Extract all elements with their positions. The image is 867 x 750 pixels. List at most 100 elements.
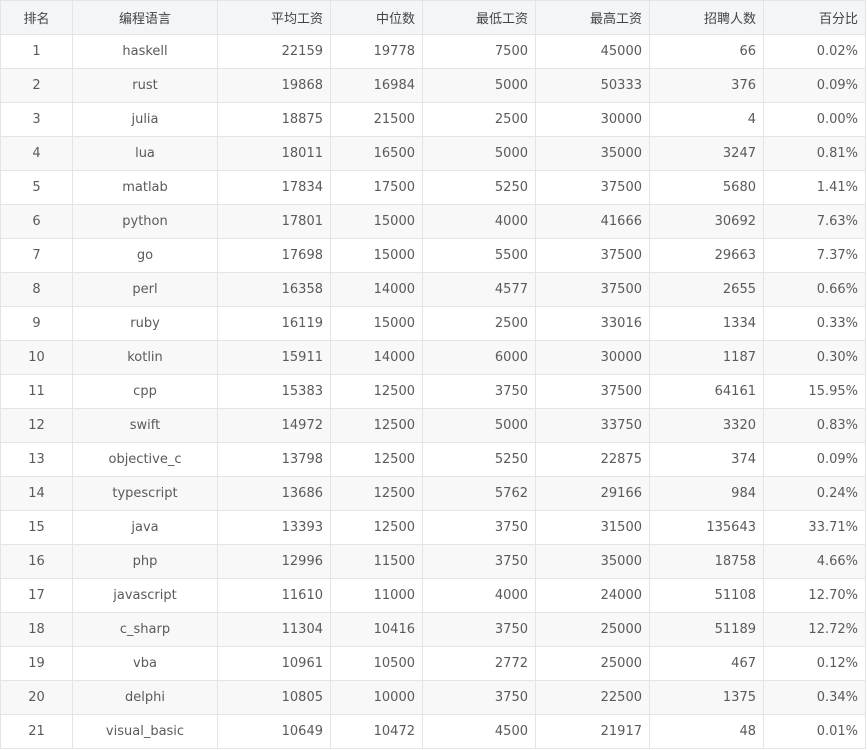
- cell-language: visual_basic: [72, 714, 218, 749]
- cell-language: delphi: [72, 680, 218, 715]
- cell-min-salary: 6000: [422, 340, 536, 375]
- cell-max-salary: 35000: [535, 544, 650, 579]
- cell-job-count: 1334: [649, 306, 764, 341]
- cell-language: objective_c: [72, 442, 218, 477]
- cell-job-count: 51189: [649, 612, 764, 647]
- cell-max-salary: 29166: [535, 476, 650, 511]
- cell-min-salary: 3750: [422, 510, 536, 545]
- cell-rank: 2: [0, 68, 73, 103]
- cell-rank: 10: [0, 340, 73, 375]
- cell-max-salary: 37500: [535, 238, 650, 273]
- header-language[interactable]: 编程语言: [72, 0, 218, 35]
- cell-avg-salary: 15383: [217, 374, 331, 409]
- table-row: 3 julia 18875 21500 2500 30000 4 0.00%: [0, 102, 866, 137]
- cell-rank: 17: [0, 578, 73, 613]
- cell-rank: 1: [0, 34, 73, 69]
- cell-language: julia: [72, 102, 218, 137]
- cell-job-count: 18758: [649, 544, 764, 579]
- cell-min-salary: 5000: [422, 68, 536, 103]
- cell-avg-salary: 13686: [217, 476, 331, 511]
- cell-job-count: 3247: [649, 136, 764, 171]
- cell-min-salary: 3750: [422, 544, 536, 579]
- cell-percentage: 7.63%: [763, 204, 866, 239]
- cell-median: 10000: [330, 680, 423, 715]
- cell-language: swift: [72, 408, 218, 443]
- cell-avg-salary: 10805: [217, 680, 331, 715]
- cell-rank: 18: [0, 612, 73, 647]
- cell-avg-salary: 13798: [217, 442, 331, 477]
- cell-percentage: 0.01%: [763, 714, 866, 749]
- header-job-count[interactable]: 招聘人数: [649, 0, 764, 35]
- header-avg-salary[interactable]: 平均工资: [217, 0, 331, 35]
- cell-avg-salary: 13393: [217, 510, 331, 545]
- cell-avg-salary: 16358: [217, 272, 331, 307]
- table-row: 6 python 17801 15000 4000 41666 30692 7.63%: [0, 204, 866, 239]
- table-row: 4 lua 18011 16500 5000 35000 3247 0.81%: [0, 136, 866, 171]
- header-percentage[interactable]: 百分比: [763, 0, 866, 35]
- cell-max-salary: 41666: [535, 204, 650, 239]
- cell-percentage: 7.37%: [763, 238, 866, 273]
- cell-rank: 3: [0, 102, 73, 137]
- cell-language: matlab: [72, 170, 218, 205]
- cell-min-salary: 7500: [422, 34, 536, 69]
- cell-rank: 6: [0, 204, 73, 239]
- cell-avg-salary: 10649: [217, 714, 331, 749]
- cell-percentage: 0.30%: [763, 340, 866, 375]
- cell-median: 12500: [330, 374, 423, 409]
- header-median[interactable]: 中位数: [330, 0, 423, 35]
- cell-median: 10472: [330, 714, 423, 749]
- cell-max-salary: 24000: [535, 578, 650, 613]
- cell-job-count: 3320: [649, 408, 764, 443]
- table-row: 16 php 12996 11500 3750 35000 18758 4.66%: [0, 544, 866, 579]
- cell-job-count: 30692: [649, 204, 764, 239]
- cell-max-salary: 22875: [535, 442, 650, 477]
- cell-job-count: 135643: [649, 510, 764, 545]
- header-rank[interactable]: 排名: [0, 0, 73, 35]
- cell-job-count: 29663: [649, 238, 764, 273]
- cell-rank: 19: [0, 646, 73, 681]
- table-header: 排名 编程语言 平均工资 中位数 最低工资 最高工资 招聘人数 百分比: [0, 0, 866, 35]
- cell-rank: 21: [0, 714, 73, 749]
- cell-max-salary: 25000: [535, 646, 650, 681]
- table-row: 1 haskell 22159 19778 7500 45000 66 0.02%: [0, 34, 866, 69]
- table-row: 13 objective_c 13798 12500 5250 22875 374 0.09%: [0, 442, 866, 477]
- cell-median: 14000: [330, 272, 423, 307]
- cell-min-salary: 4577: [422, 272, 536, 307]
- cell-job-count: 984: [649, 476, 764, 511]
- cell-min-salary: 5250: [422, 170, 536, 205]
- table-row: 8 perl 16358 14000 4577 37500 2655 0.66%: [0, 272, 866, 307]
- cell-min-salary: 5000: [422, 408, 536, 443]
- table-row: 18 c_sharp 11304 10416 3750 25000 51189 12.72%: [0, 612, 866, 647]
- cell-job-count: 467: [649, 646, 764, 681]
- header-max-salary[interactable]: 最高工资: [535, 0, 650, 35]
- header-min-salary[interactable]: 最低工资: [422, 0, 536, 35]
- cell-language: javascript: [72, 578, 218, 613]
- table-row: 21 visual_basic 10649 10472 4500 21917 48 0.01%: [0, 714, 866, 749]
- table-row: 7 go 17698 15000 5500 37500 29663 7.37%: [0, 238, 866, 273]
- cell-median: 10500: [330, 646, 423, 681]
- cell-job-count: 64161: [649, 374, 764, 409]
- cell-avg-salary: 18011: [217, 136, 331, 171]
- cell-median: 15000: [330, 204, 423, 239]
- cell-avg-salary: 11610: [217, 578, 331, 613]
- cell-min-salary: 4500: [422, 714, 536, 749]
- cell-rank: 16: [0, 544, 73, 579]
- cell-language: typescript: [72, 476, 218, 511]
- table-row: 2 rust 19868 16984 5000 50333 376 0.09%: [0, 68, 866, 103]
- cell-language: kotlin: [72, 340, 218, 375]
- cell-job-count: 4: [649, 102, 764, 137]
- cell-avg-salary: 10961: [217, 646, 331, 681]
- cell-avg-salary: 22159: [217, 34, 331, 69]
- cell-avg-salary: 19868: [217, 68, 331, 103]
- cell-avg-salary: 17801: [217, 204, 331, 239]
- cell-max-salary: 30000: [535, 102, 650, 137]
- cell-rank: 4: [0, 136, 73, 171]
- cell-avg-salary: 11304: [217, 612, 331, 647]
- cell-median: 11000: [330, 578, 423, 613]
- cell-min-salary: 5762: [422, 476, 536, 511]
- cell-median: 17500: [330, 170, 423, 205]
- cell-percentage: 0.02%: [763, 34, 866, 69]
- cell-max-salary: 45000: [535, 34, 650, 69]
- cell-job-count: 48: [649, 714, 764, 749]
- cell-avg-salary: 16119: [217, 306, 331, 341]
